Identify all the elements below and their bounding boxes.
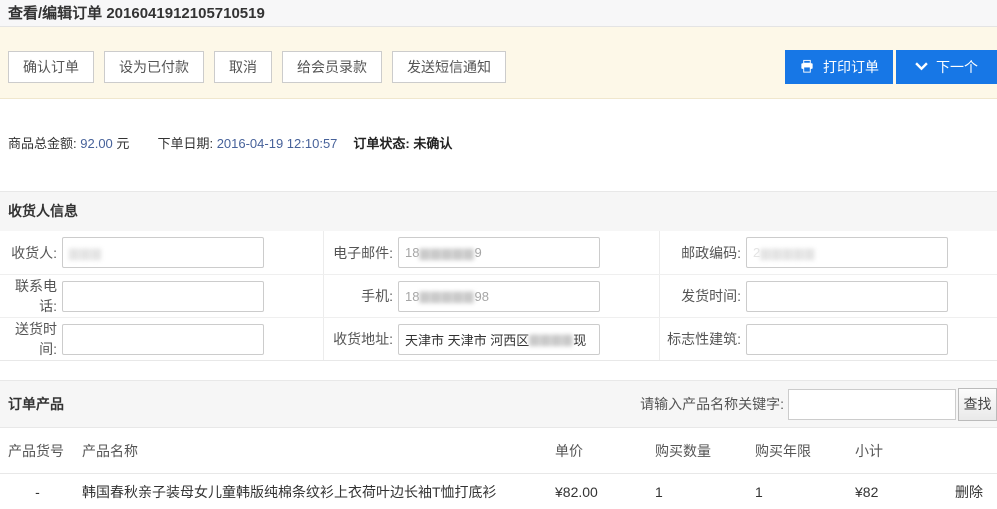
chevron-down-icon	[915, 62, 928, 71]
address-label: 收货地址:	[324, 329, 398, 349]
product-subtotal: ¥82	[843, 484, 943, 500]
products-section-bar: 订单产品 请输入产品名称关键字: 查找	[0, 380, 997, 428]
products-table-header: 产品货号 产品名称 单价 购买数量 购买年限 小计	[0, 428, 997, 474]
consignee-section-title: 收货人信息	[0, 191, 997, 231]
page-title: 查看/编辑订单 2016041912105710519	[8, 5, 265, 22]
ship-time-field[interactable]	[746, 281, 948, 312]
landmark-field[interactable]	[746, 324, 948, 355]
col-qty: 购买数量	[643, 441, 743, 461]
record-payment-button[interactable]: 给会员录款	[282, 51, 382, 83]
order-total: 商品总金额: 92.00 元	[8, 133, 129, 152]
order-total-label: 商品总金额:	[8, 136, 77, 151]
form-row-1: 收货人: ▆▆▆ 电子邮件: 18 ▆▆▆▆▆ 9 邮政编码: 2	[0, 231, 997, 274]
postcode-field[interactable]: 2 ▆▆▆▆▆	[746, 237, 948, 268]
address-visible-end: 现	[573, 330, 586, 349]
form-row-3: 送货时间: 收货地址: 天津市 天津市 河西区 ▆▆▆▆ 现 标志性建筑:	[0, 317, 997, 360]
email-visible: 18	[405, 245, 419, 260]
mobile-cell: 手机: 18 ▆▆▆▆▆ 98	[323, 275, 659, 317]
product-name-link[interactable]: 韩国春秋亲子装母女儿童韩版纯棉条纹衫上衣荷叶边长袖T恤打底衫	[82, 484, 497, 500]
col-subtotal: 小计	[843, 441, 943, 461]
order-date-value: 2016-04-19 12:10:57	[217, 136, 338, 151]
consignee-redacted: ▆▆▆	[69, 245, 102, 261]
page-title-bar: 查看/编辑订单 2016041912105710519	[0, 0, 997, 27]
order-status-value: 未确认	[413, 136, 452, 151]
product-price: ¥82.00	[543, 484, 643, 500]
phone-field[interactable]	[62, 281, 264, 312]
email-field[interactable]: 18 ▆▆▆▆▆ 9	[398, 237, 600, 268]
phone-cell: 联系电话:	[0, 275, 323, 317]
order-status-label: 订单状态:	[353, 136, 409, 151]
consignee-field[interactable]: ▆▆▆	[62, 237, 264, 268]
set-paid-button[interactable]: 设为已付款	[104, 51, 204, 83]
delivery-time-label: 送货时间:	[0, 319, 62, 359]
product-sku: -	[0, 484, 75, 500]
cancel-button[interactable]: 取消	[214, 51, 272, 83]
order-summary: 商品总金额: 92.00 元 下单日期: 2016-04-19 12:10:57…	[8, 133, 997, 151]
address-cell: 收货地址: 天津市 天津市 河西区 ▆▆▆▆ 现	[323, 318, 659, 360]
product-years: 1	[743, 484, 843, 500]
mobile-label: 手机:	[324, 286, 398, 306]
postcode-cell: 邮政编码: 2 ▆▆▆▆▆	[659, 231, 997, 274]
toolbar-right-group: 打印订单 下一个	[785, 50, 997, 84]
postcode-redacted: ▆▆▆▆▆	[760, 245, 815, 261]
order-total-value: 92.00	[80, 136, 113, 151]
address-field[interactable]: 天津市 天津市 河西区 ▆▆▆▆ 现	[398, 324, 600, 355]
email-label: 电子邮件:	[324, 243, 398, 263]
email-redacted: ▆▆▆▆▆	[419, 245, 474, 261]
products-section-title: 订单产品	[8, 394, 64, 414]
mobile-field[interactable]: 18 ▆▆▆▆▆ 98	[398, 281, 600, 312]
consignee-form: 收货人: ▆▆▆ 电子邮件: 18 ▆▆▆▆▆ 9 邮政编码: 2	[0, 231, 997, 361]
printer-icon	[799, 59, 815, 74]
landmark-cell: 标志性建筑:	[659, 318, 997, 360]
order-total-unit: 元	[116, 136, 129, 151]
mobile-visible-end: 98	[474, 289, 488, 304]
address-visible: 天津市 天津市 河西区	[405, 330, 529, 349]
delivery-time-field[interactable]	[62, 324, 264, 355]
product-qty: 1	[643, 484, 743, 500]
next-order-label: 下一个	[936, 57, 978, 77]
action-toolbar: 确认订单 设为已付款 取消 给会员录款 发送短信通知 打印订单	[0, 27, 997, 99]
order-date-label: 下单日期:	[157, 136, 213, 151]
product-search-input[interactable]	[788, 389, 956, 420]
mobile-visible: 18	[405, 289, 419, 304]
email-cell: 电子邮件: 18 ▆▆▆▆▆ 9	[323, 231, 659, 274]
col-price: 单价	[543, 441, 643, 461]
ship-time-cell: 发货时间:	[659, 275, 997, 317]
consignee-cell: 收货人: ▆▆▆	[0, 231, 323, 274]
order-edit-page: 查看/编辑订单 2016041912105710519 确认订单 设为已付款 取…	[0, 0, 997, 509]
next-order-button[interactable]: 下一个	[896, 50, 997, 84]
delivery-time-cell: 送货时间:	[0, 318, 323, 360]
product-search-label: 请输入产品名称关键字:	[640, 394, 784, 414]
order-status: 订单状态: 未确认	[353, 133, 452, 152]
landmark-label: 标志性建筑:	[660, 329, 746, 349]
mobile-redacted: ▆▆▆▆▆	[419, 288, 474, 304]
print-order-button[interactable]: 打印订单	[785, 50, 893, 84]
product-row: - 韩国春秋亲子装母女儿童韩版纯棉条纹衫上衣荷叶边长袖T恤打底衫 ¥82.00 …	[0, 474, 997, 509]
col-sku: 产品货号	[0, 441, 75, 461]
postcode-label: 邮政编码:	[660, 243, 746, 263]
print-order-label: 打印订单	[823, 57, 879, 77]
col-years: 购买年限	[743, 441, 843, 461]
phone-label: 联系电话:	[0, 276, 62, 316]
product-search-button[interactable]: 查找	[958, 388, 997, 421]
confirm-order-button[interactable]: 确认订单	[8, 51, 94, 83]
product-delete-link[interactable]: 删除	[955, 484, 983, 500]
form-row-2: 联系电话: 手机: 18 ▆▆▆▆▆ 98 发货时间:	[0, 274, 997, 317]
address-redacted: ▆▆▆▆	[529, 331, 573, 347]
send-sms-button[interactable]: 发送短信通知	[392, 51, 506, 83]
order-date: 下单日期: 2016-04-19 12:10:57	[157, 133, 337, 152]
product-search-zone: 请输入产品名称关键字: 查找	[640, 388, 997, 421]
consignee-label: 收货人:	[0, 243, 62, 263]
email-visible-end: 9	[474, 245, 481, 260]
ship-time-label: 发货时间:	[660, 286, 746, 306]
col-name: 产品名称	[75, 441, 543, 461]
